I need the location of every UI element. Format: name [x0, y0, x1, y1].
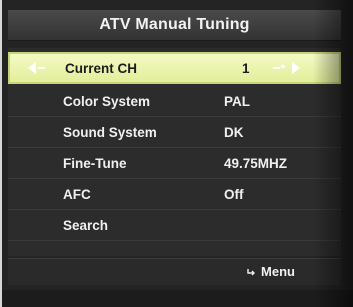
- menu-list: Current CH 1 + Color System PAL Sound Sy…: [8, 48, 341, 272]
- return-icon: [246, 267, 256, 277]
- atv-manual-tuning-menu: ATV Manual Tuning Current CH 1 + Color S…: [0, 0, 353, 307]
- menu-item-value: PAL: [224, 93, 250, 109]
- bottom-strip: [2, 290, 353, 307]
- menu-item-color-system[interactable]: Color System PAL: [8, 86, 341, 117]
- menu-item-value: 49.75MHZ: [224, 155, 288, 171]
- menu-item-label: Current CH: [65, 60, 138, 76]
- menu-item-value: Off: [224, 186, 244, 202]
- menu-hint[interactable]: Menu: [246, 264, 295, 279]
- minus-icon: [38, 67, 45, 69]
- arrow-right-icon[interactable]: [292, 62, 300, 74]
- minus-icon: [273, 67, 280, 69]
- menu-item-sound-system[interactable]: Sound System DK: [8, 117, 341, 148]
- menu-title-bar: ATV Manual Tuning: [8, 10, 341, 41]
- menu-item-label: AFC: [63, 186, 91, 202]
- menu-hint-label: Menu: [261, 264, 295, 279]
- menu-title: ATV Manual Tuning: [99, 16, 250, 33]
- menu-footer: Menu: [8, 258, 341, 285]
- menu-item-afc[interactable]: AFC Off: [8, 179, 341, 210]
- menu-item-label: Fine-Tune: [63, 155, 127, 171]
- menu-item-label: Search: [63, 217, 109, 233]
- menu-item-value: 1: [242, 60, 250, 76]
- menu-item-label: Color System: [63, 93, 151, 109]
- arrow-left-icon[interactable]: [28, 62, 36, 74]
- menu-item-label: Sound System: [63, 124, 157, 140]
- menu-item-current-ch[interactable]: Current CH 1 +: [8, 52, 341, 84]
- menu-item-search[interactable]: Search: [8, 210, 341, 241]
- plus-icon: +: [280, 61, 286, 73]
- menu-item-value: DK: [224, 124, 244, 140]
- menu-item-fine-tune[interactable]: Fine-Tune 49.75MHZ: [8, 148, 341, 179]
